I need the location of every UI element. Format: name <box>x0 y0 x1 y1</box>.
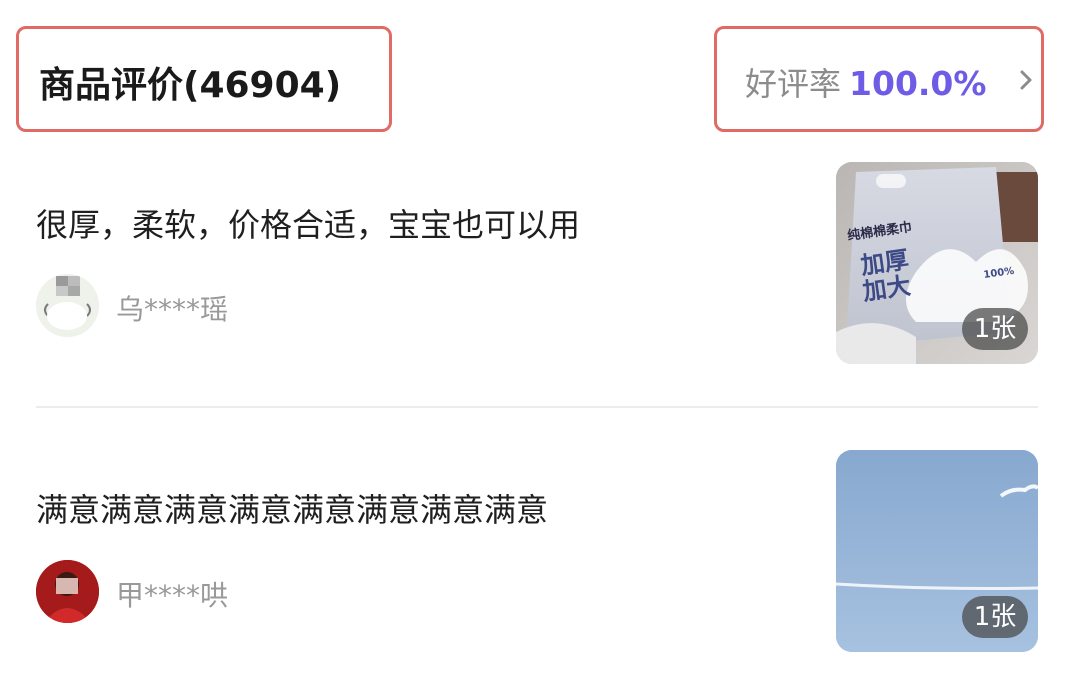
chevron-right-icon <box>1020 70 1032 90</box>
review-item[interactable]: 满意满意满意满意满意满意满意满意 甲****哄 1张 <box>36 448 1038 658</box>
reviewer-name: 甲****哄 <box>116 579 229 612</box>
product-reviews-section: 商品评价(46904) 好评率 100.0% 很厚，柔软，价格合适，宝宝也可以用 <box>0 0 1070 694</box>
positive-rate-label: 好评率 <box>745 65 842 103</box>
image-count-badge: 1张 <box>962 596 1028 638</box>
review-divider <box>36 406 1038 408</box>
avatar <box>36 560 99 623</box>
avatar <box>36 274 99 337</box>
image-count-badge: 1张 <box>962 308 1028 350</box>
review-text: 很厚，柔软，价格合适，宝宝也可以用 <box>36 206 581 244</box>
positive-rate: 好评率 100.0% <box>745 59 986 105</box>
review-text: 满意满意满意满意满意满意满意满意 <box>36 491 549 529</box>
review-item[interactable]: 很厚，柔软，价格合适，宝宝也可以用 乌****瑶 纯棉棉柔巾 加厚 加大 100… <box>36 160 1038 370</box>
reviews-title: 商品评价(46904) <box>39 65 342 106</box>
review-photo[interactable]: 纯棉棉柔巾 加厚 加大 100% 1张 <box>836 162 1038 364</box>
review-photo[interactable]: 1张 <box>836 450 1038 652</box>
positive-rate-link[interactable]: 好评率 100.0% <box>714 26 1044 132</box>
positive-rate-value: 100.0% <box>849 64 987 103</box>
reviews-title-highlight: 商品评价(46904) <box>16 26 392 132</box>
reviewer-name: 乌****瑶 <box>116 293 229 326</box>
